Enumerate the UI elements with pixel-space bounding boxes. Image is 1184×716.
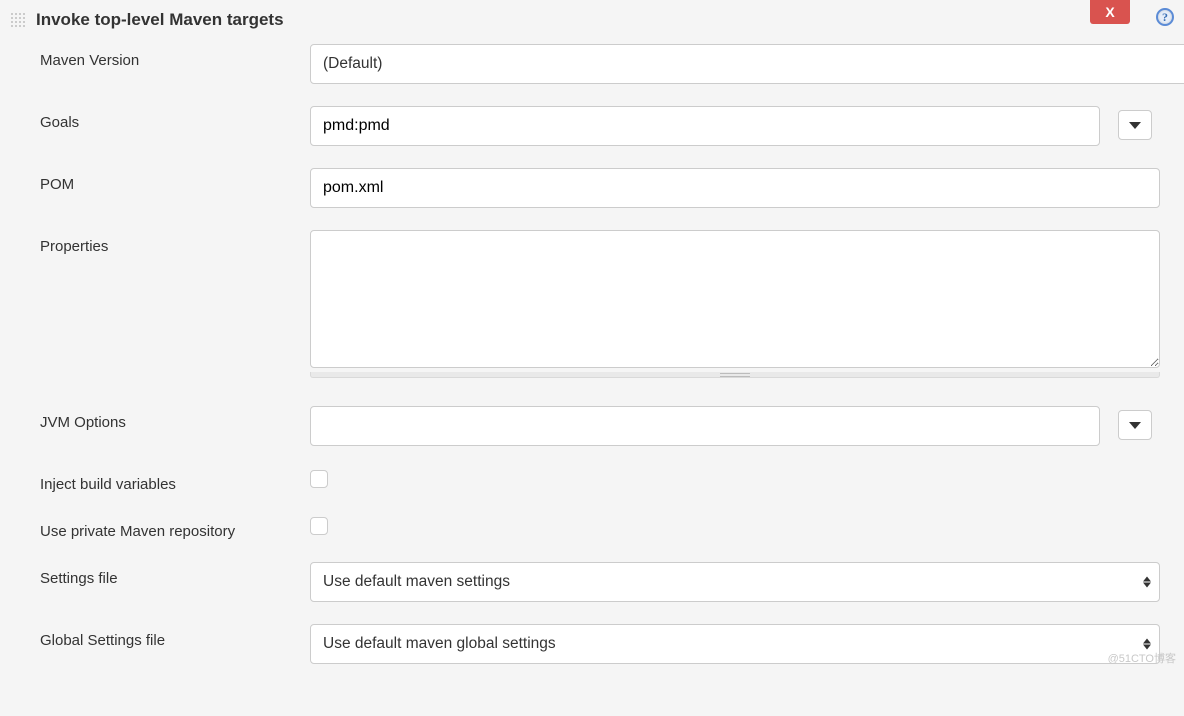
inject-vars-label: Inject build variables — [40, 468, 300, 493]
pom-input[interactable] — [310, 168, 1160, 208]
inject-vars-checkbox[interactable] — [310, 470, 328, 488]
form-grid: Maven Version (Default) Goals POM ? Prop… — [8, 44, 1176, 664]
pom-label: POM — [40, 168, 300, 193]
section-title: Invoke top-level Maven targets — [36, 10, 284, 30]
settings-file-value: Use default maven settings — [323, 573, 510, 591]
settings-file-label: Settings file — [40, 562, 300, 587]
properties-textarea[interactable] — [310, 230, 1160, 368]
chevron-down-icon — [1129, 122, 1141, 129]
drag-handle-icon[interactable] — [8, 11, 28, 29]
maven-build-step: Invoke top-level Maven targets X ? Maven… — [0, 0, 1184, 670]
goals-label: Goals — [40, 106, 300, 131]
private-repo-checkbox[interactable] — [310, 517, 328, 535]
maven-version-select[interactable]: (Default) — [310, 44, 1184, 84]
jvm-expand-button[interactable] — [1118, 410, 1152, 440]
maven-version-label: Maven Version — [40, 44, 300, 69]
delete-step-button[interactable]: X — [1090, 0, 1130, 24]
select-caret-icon — [1143, 639, 1151, 650]
jvm-options-input[interactable] — [310, 406, 1100, 446]
chevron-down-icon — [1129, 422, 1141, 429]
global-settings-file-select[interactable]: Use default maven global settings — [310, 624, 1160, 664]
select-caret-icon — [1143, 577, 1151, 588]
help-icon[interactable]: ? — [1156, 8, 1174, 26]
maven-version-value: (Default) — [323, 55, 382, 73]
goals-expand-button[interactable] — [1118, 110, 1152, 140]
textarea-resize-grip-icon[interactable] — [310, 372, 1160, 378]
private-repo-label: Use private Maven repository — [40, 515, 300, 540]
section-header: Invoke top-level Maven targets — [8, 6, 1176, 44]
settings-file-select[interactable]: Use default maven settings — [310, 562, 1160, 602]
jvm-options-label: JVM Options — [40, 406, 300, 431]
watermark: @51CTO博客 — [1108, 650, 1176, 666]
global-settings-file-value: Use default maven global settings — [323, 635, 556, 653]
properties-label: Properties — [40, 230, 300, 255]
global-settings-file-label: Global Settings file — [40, 624, 300, 649]
goals-input[interactable] — [310, 106, 1100, 146]
